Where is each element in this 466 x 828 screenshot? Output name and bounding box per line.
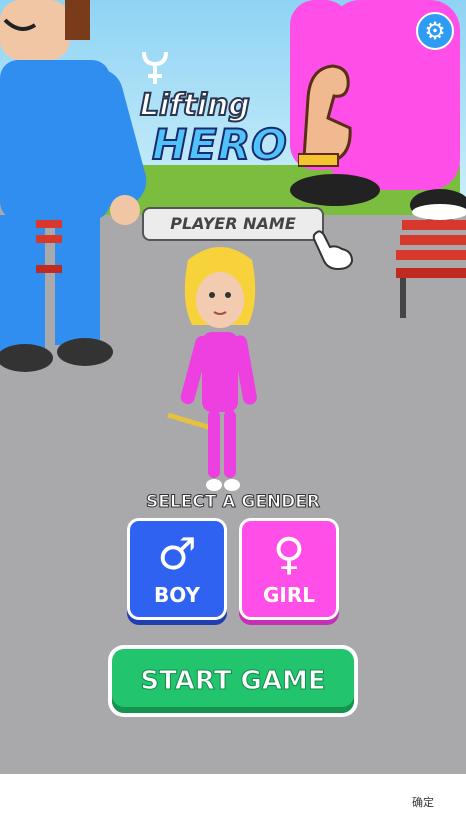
player-character	[167, 247, 257, 491]
girl-button[interactable]: ♀ GIRL	[239, 518, 339, 620]
boy-label: BOY	[153, 583, 200, 607]
gender-prompt: SELECT A GENDER	[146, 492, 321, 513]
player-name-input[interactable]: PLAYER NAME	[142, 207, 324, 241]
game-logo: Lifting HERO	[130, 50, 355, 175]
settings-button[interactable]: ⚙	[416, 12, 454, 50]
system-bottom-bar: 确定	[0, 774, 466, 828]
female-icon: ♀	[272, 529, 306, 580]
flexed-arm-icon	[298, 64, 352, 167]
game-scene: Lifting HERO ⚙ PLAYER NAME SELECT A GEND…	[0, 0, 466, 774]
male-icon: ♂	[157, 529, 197, 580]
boy-button[interactable]: ♂ BOY	[127, 518, 227, 620]
pointing-hand-icon	[312, 230, 354, 271]
start-game-button[interactable]: START GAME	[108, 645, 358, 717]
logo-word-hero: HERO	[151, 119, 288, 170]
start-game-label: START GAME	[112, 649, 354, 713]
bench-right	[396, 220, 466, 318]
bench-left	[36, 220, 62, 273]
logo-word-lifting: Lifting	[139, 87, 251, 124]
confirm-button[interactable]: 确定	[412, 794, 434, 810]
girl-label: GIRL	[262, 583, 315, 607]
gear-icon: ⚙	[424, 17, 446, 45]
